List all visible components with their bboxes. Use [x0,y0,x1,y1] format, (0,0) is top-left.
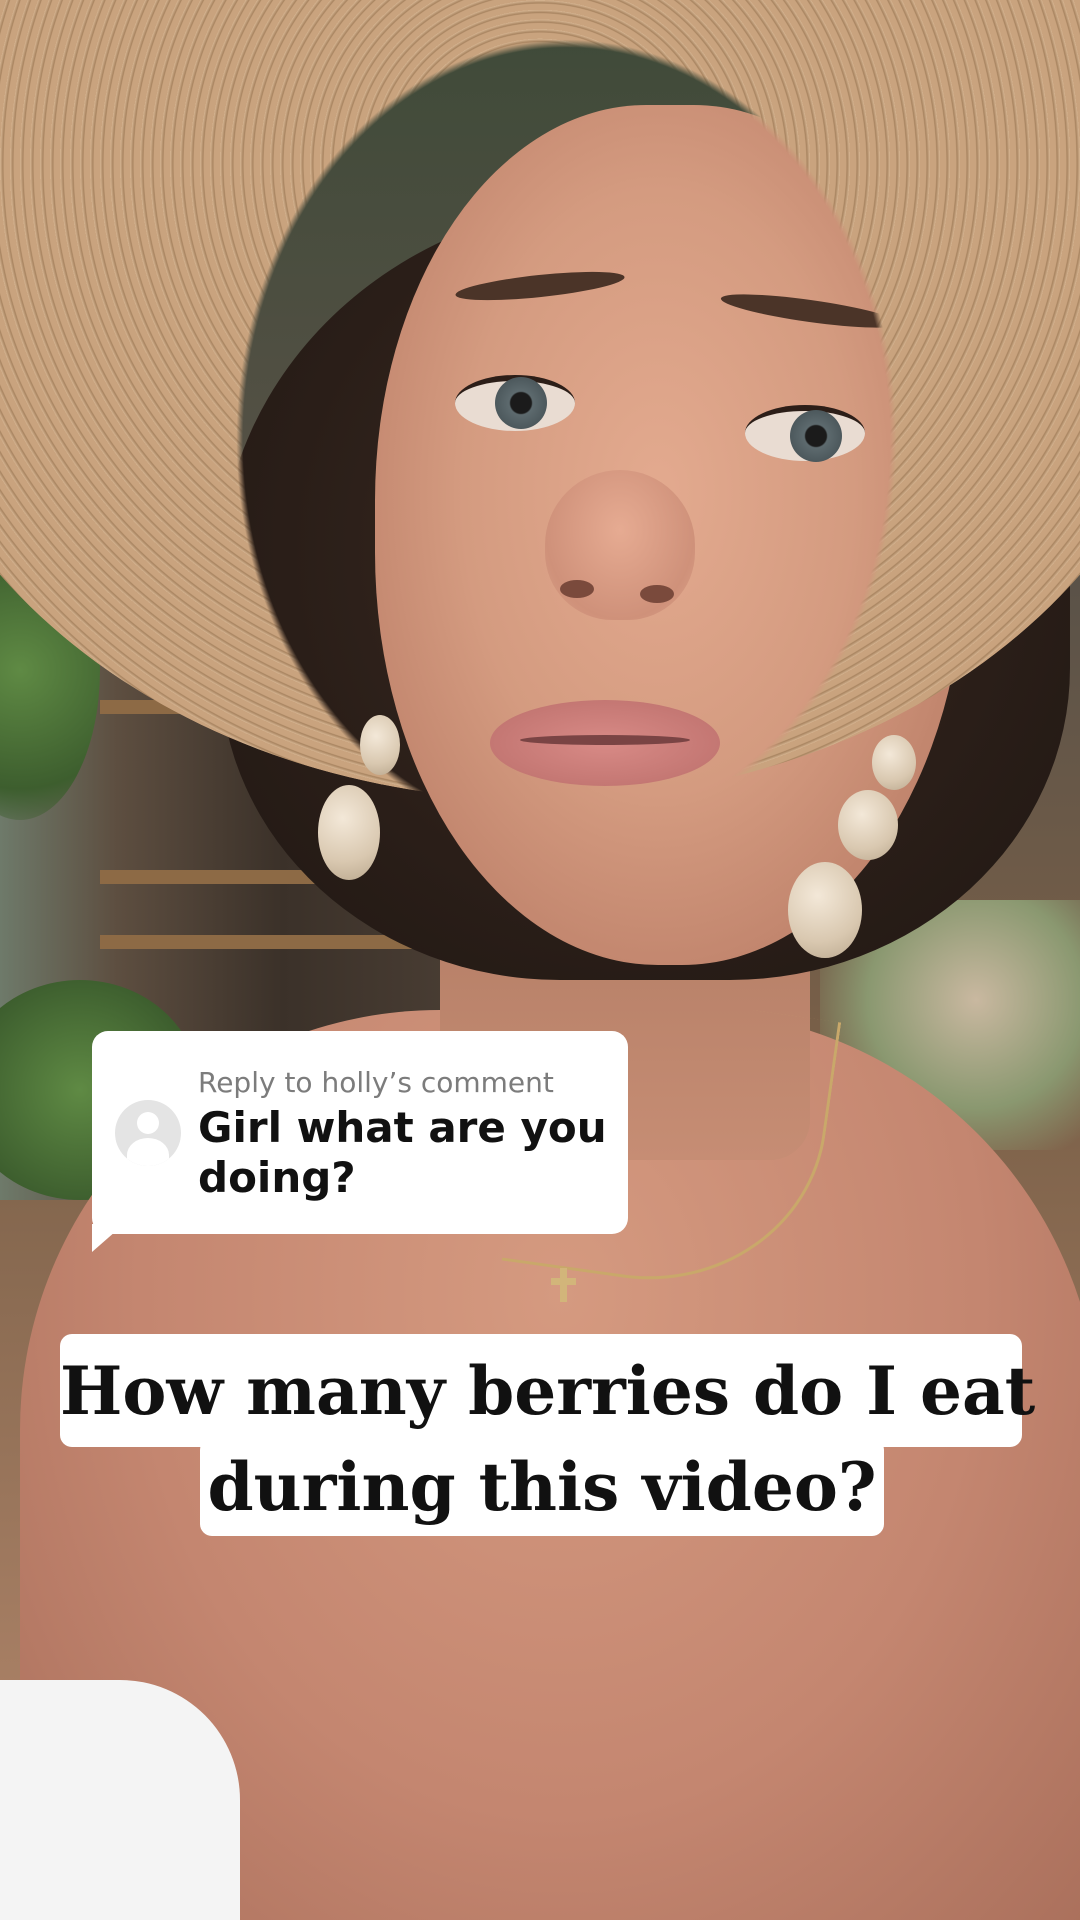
comment-reply-tail [92,1224,124,1252]
caption-line-2: during this video? [200,1438,884,1536]
reply-header: Reply to holly’s comment [198,1066,554,1099]
white-swimsuit [0,1680,240,1920]
reply-comment-text: Girl what are you doing? [198,1103,607,1202]
default-avatar-icon[interactable] [115,1100,181,1166]
video-frame[interactable] [0,0,1080,1920]
right-earring [872,735,916,790]
caption-line-1: How many berries do I eat [60,1334,1035,1447]
left-earring [360,715,400,775]
straw-hat [0,0,1080,800]
avatar-shoulders [127,1138,169,1166]
right-earring [838,790,898,860]
left-earring [318,785,380,880]
avatar-head [137,1112,159,1134]
cross-pendant [551,1278,576,1285]
cross-pendant [560,1268,567,1302]
right-earring [788,862,862,958]
